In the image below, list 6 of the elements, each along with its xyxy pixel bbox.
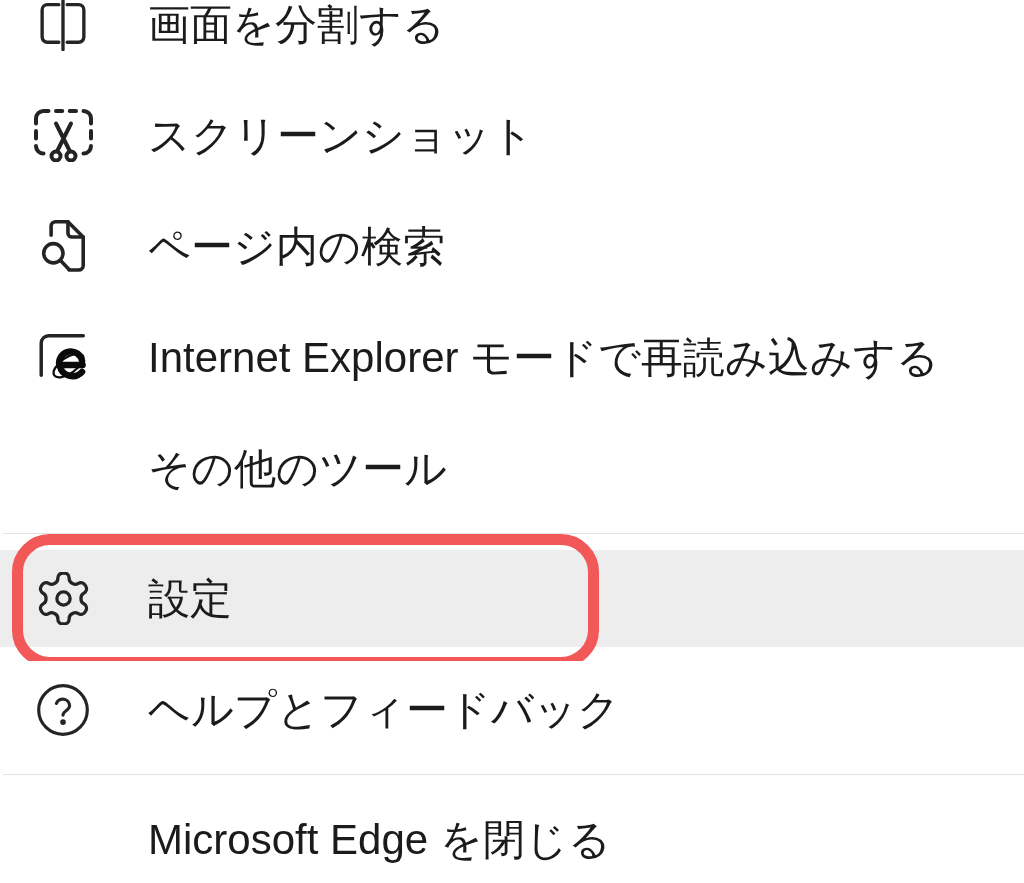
gear-icon bbox=[37, 572, 89, 625]
menu-item[interactable]: 設定 bbox=[0, 550, 1024, 647]
split-screen-icon bbox=[40, 0, 86, 51]
scissors-frame-icon bbox=[33, 109, 93, 162]
help-icon bbox=[37, 683, 89, 736]
document-magnifier-icon bbox=[41, 220, 85, 273]
